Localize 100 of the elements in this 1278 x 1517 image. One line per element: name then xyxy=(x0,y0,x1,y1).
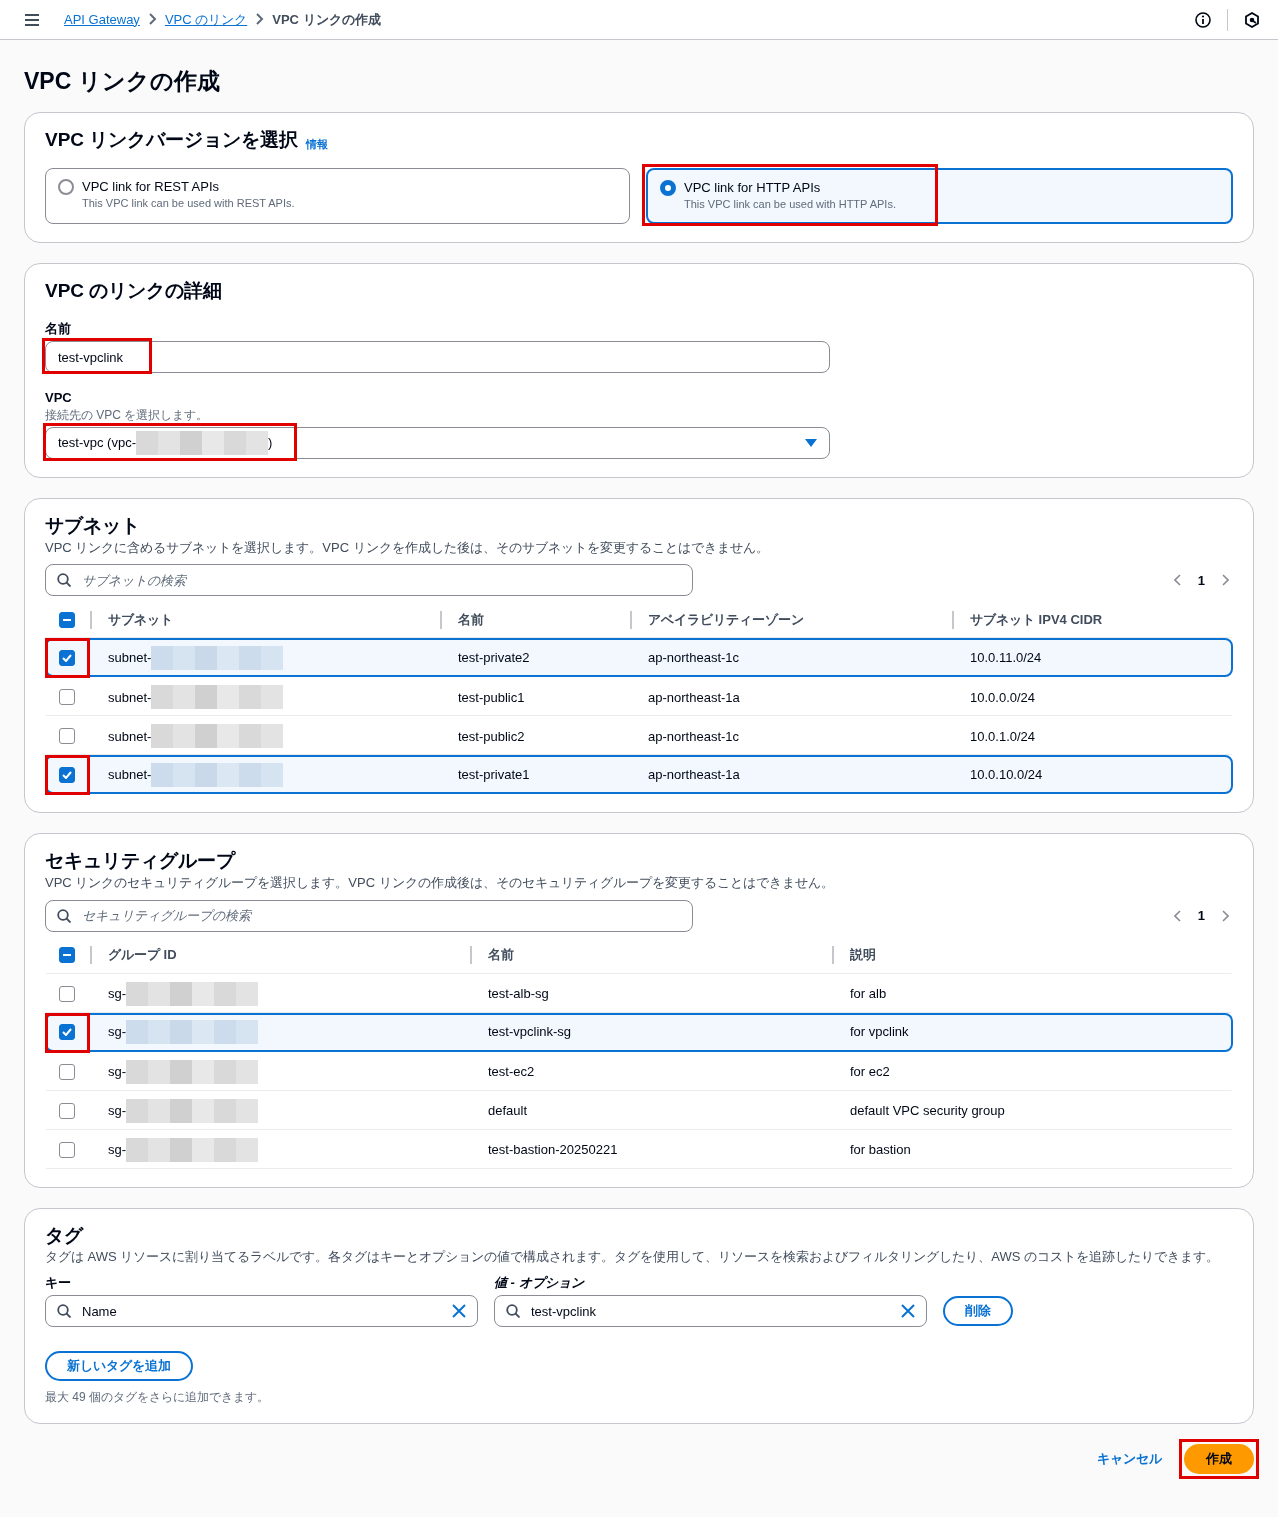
option-label: VPC link for HTTP APIs xyxy=(684,179,822,197)
page-number[interactable]: 1 xyxy=(1197,571,1205,590)
breadcrumb-link[interactable]: VPC のリンク xyxy=(164,10,248,29)
field-label: 名前 xyxy=(45,319,72,338)
checkbox[interactable] xyxy=(59,766,75,783)
table-cell: ap-northeast-1a xyxy=(648,688,740,707)
table-cell: subnet- xyxy=(108,766,152,784)
table-cell: test-ec2 xyxy=(488,1062,535,1081)
add-tag-button[interactable]: 新しいタグを追加 xyxy=(45,1351,193,1381)
option-label: VPC link for REST APIs xyxy=(82,178,221,196)
name-input-field[interactable]: test-vpclink xyxy=(45,341,830,374)
table-cell: ap-northeast-1c xyxy=(648,649,740,667)
page-number[interactable]: 1 xyxy=(1197,906,1205,925)
column-header: 説明 xyxy=(850,947,876,963)
table-cell: for ec2 xyxy=(850,1062,890,1081)
checkbox[interactable] xyxy=(59,947,75,964)
table-row[interactable]: subnet- test-public1 ap-northeast-1a 10.0.0.0/24 xyxy=(45,677,1233,717)
section-description: VPC リンクに含めるサブネットを選択します。VPC リンクを作成した後は、そのサブネットを変更することはできません。 xyxy=(45,538,770,557)
checkbox[interactable] xyxy=(59,611,75,628)
checkbox[interactable] xyxy=(59,689,75,706)
table-cell: ap-northeast-1a xyxy=(648,766,740,784)
checkbox[interactable] xyxy=(59,1141,75,1158)
column-header: サブネット xyxy=(108,612,173,628)
table-cell: default VPC security group xyxy=(850,1101,1005,1120)
table-cell: test-public1 xyxy=(458,688,525,707)
section-description: タグは AWS リソースに割り当てるラベルです。各タグはキーとオプションの値で構成されます。タグを使用して、リソースを検索およびフィルタリングしたり、AWS のコストを追跡したりできます。 xyxy=(45,1248,1221,1266)
search-icon xyxy=(506,1304,520,1319)
tag-value-field[interactable]: test-vpclink xyxy=(494,1295,927,1328)
check-icon xyxy=(62,1028,72,1037)
column-header: サブネット IPV4 CIDR xyxy=(970,612,1103,628)
table-cell: default xyxy=(488,1101,528,1120)
info-icon xyxy=(1195,11,1211,28)
section-title: タグ xyxy=(45,1224,83,1246)
info-link[interactable]: 情報 xyxy=(306,137,329,153)
table-cell: sg- xyxy=(108,1101,127,1120)
chevron-left-icon xyxy=(1173,574,1182,587)
table-row[interactable]: sg- default default VPC security group xyxy=(45,1090,1233,1130)
breadcrumb-current: VPC リンクの作成 xyxy=(272,10,381,29)
table-cell: subnet- xyxy=(108,727,152,746)
section-description: VPC リンクのセキュリティグループを選択します。VPC リンクの作成後は、そのセキュリティグループを変更することはできません。 xyxy=(45,874,835,892)
option-description: This VPC link can be used with HTTP APIs. xyxy=(684,196,896,212)
table-cell: 10.0.10.0/24 xyxy=(970,766,1043,784)
table-cell: sg- xyxy=(108,1062,127,1081)
option-description: This VPC link can be used with REST APIs. xyxy=(82,195,295,211)
table-cell: test-vpclink-sg xyxy=(488,1023,572,1041)
radio-option-card[interactable]: VPC link for REST APIs This VPC link can be used with REST APIs. xyxy=(45,168,630,225)
section-title: セキュリティグループ xyxy=(45,850,235,872)
create-button[interactable]: 作成 xyxy=(1184,1444,1254,1474)
table-cell: subnet- xyxy=(108,649,152,667)
checkbox[interactable] xyxy=(59,1063,75,1080)
page-title: VPC リンクの作成 xyxy=(24,68,221,96)
checkbox[interactable] xyxy=(59,728,75,745)
table-cell: ap-northeast-1c xyxy=(648,727,740,746)
column-header: グループ ID xyxy=(108,947,177,963)
close-icon[interactable] xyxy=(452,1304,466,1319)
table-cell: for vpclink xyxy=(850,1023,909,1041)
field-label: キー xyxy=(45,1273,72,1292)
check-icon xyxy=(62,770,72,779)
table-row[interactable]: subnet- test-private1 ap-northeast-1a 10.0.10.0/24 xyxy=(45,755,1233,795)
table-cell: test-alb-sg xyxy=(488,984,549,1003)
table-row[interactable]: sg- test-ec2 for ec2 xyxy=(45,1051,1233,1091)
table-cell: for bastion xyxy=(850,1140,911,1159)
checkbox[interactable] xyxy=(59,1102,75,1119)
chevron-left-icon xyxy=(1173,909,1182,922)
search-field[interactable]: セキュリティグループの検索 xyxy=(45,899,693,932)
table-cell: 10.0.1.0/24 xyxy=(970,727,1036,746)
section-title: VPC リンクバージョンを選択 xyxy=(45,127,299,152)
chevron-right-icon xyxy=(1221,574,1229,587)
table-cell: test-private1 xyxy=(458,766,530,784)
field-label: 値 - オプション xyxy=(494,1273,584,1292)
field-label: VPC xyxy=(45,389,73,407)
remove-button[interactable]: 削除 xyxy=(943,1296,1013,1327)
check-icon xyxy=(62,653,72,662)
table-cell: test-public2 xyxy=(458,727,525,746)
minus-icon xyxy=(63,954,71,957)
search-field[interactable]: サブネットの検索 xyxy=(45,564,693,597)
checkbox[interactable] xyxy=(59,649,75,666)
radio-button[interactable] xyxy=(58,179,74,196)
breadcrumb-link[interactable]: API Gateway xyxy=(64,10,140,29)
column-header: 名前 xyxy=(458,612,484,628)
chevron-right-icon xyxy=(255,13,265,26)
checkbox[interactable] xyxy=(59,985,75,1002)
table-row[interactable]: sg- test-alb-sg for alb xyxy=(45,973,1233,1013)
checkbox[interactable] xyxy=(59,1024,75,1041)
close-icon[interactable] xyxy=(901,1304,915,1319)
table-row[interactable]: sg- test-bastion-20250221 for bastion xyxy=(45,1129,1233,1169)
cancel-button[interactable]: キャンセル xyxy=(1091,1449,1168,1469)
select-value-suffix: ) xyxy=(268,434,273,452)
table-row[interactable]: sg- test-vpclink-sg for vpclink xyxy=(45,1012,1233,1052)
tag-key-field[interactable]: Name xyxy=(45,1295,478,1328)
radio-button[interactable] xyxy=(660,180,676,197)
search-icon xyxy=(57,573,71,588)
menu-icon xyxy=(24,12,40,27)
section-title: サブネット xyxy=(45,515,140,537)
table-row[interactable]: subnet- test-private2 ap-northeast-1c 10.0.11.0/24 xyxy=(45,638,1233,678)
hint-text: 最大 49 個のタグをさらに追加できます。 xyxy=(45,1388,270,1405)
table-cell: subnet- xyxy=(108,688,152,707)
table-cell: test-bastion-20250221 xyxy=(488,1140,618,1159)
caret-down-icon xyxy=(805,439,817,448)
table-cell: sg- xyxy=(108,984,127,1003)
